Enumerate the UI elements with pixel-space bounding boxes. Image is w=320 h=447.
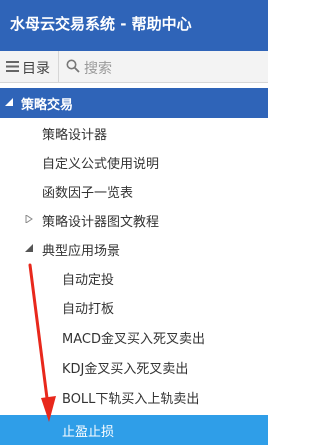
tree-item-label: MACD金叉买入死叉卖出: [62, 332, 205, 347]
tree-item-strategy-trading[interactable]: 策略交易: [0, 88, 268, 118]
tree-item-label: 止盈止损: [62, 425, 115, 440]
toc-label: 目录: [22, 61, 50, 77]
search-icon: [66, 59, 80, 73]
tree-item-label: 自动定投: [62, 273, 115, 288]
app-header: 水母云交易系统 - 帮助中心: [0, 0, 268, 51]
tree-item-label: KDJ金叉买入死叉卖出: [62, 362, 189, 377]
tree-item-label: 策略设计器: [42, 128, 108, 143]
menu-icon: [6, 61, 19, 72]
search-placeholder: 搜索: [84, 61, 112, 77]
tree-item-label: 典型应用场景: [42, 244, 121, 259]
toc-button[interactable]: 目录: [0, 51, 59, 82]
toolbar: 目录 搜索: [0, 51, 268, 83]
tree-item-auto-limit-up[interactable]: 自动打板: [0, 292, 268, 322]
tree-item-typical-scenarios[interactable]: 典型应用场景: [0, 234, 268, 264]
tree-item-auto-invest[interactable]: 自动定投: [0, 263, 268, 293]
tree-item-label: 策略设计器图文教程: [42, 215, 160, 230]
expanded-triangle-icon: [5, 98, 13, 106]
tree-item-label: 自动打板: [62, 302, 115, 317]
tree-item-label: 函数因子一览表: [42, 186, 134, 201]
page-title: 水母云交易系统 - 帮助中心: [10, 15, 192, 33]
tree-item-label: BOLL下轨买入上轨卖出: [62, 392, 200, 407]
tree-item-boll[interactable]: BOLL下轨买入上轨卖出: [0, 382, 268, 412]
expanded-triangle-icon: [25, 244, 33, 252]
tree-item-kdj[interactable]: KDJ金叉买入死叉卖出: [0, 352, 268, 382]
search-input[interactable]: 搜索: [60, 51, 268, 82]
tree-item-macd[interactable]: MACD金叉买入死叉卖出: [0, 322, 268, 352]
collapsed-triangle-icon: [25, 215, 33, 223]
tree-item-strategy-designer[interactable]: 策略设计器: [0, 118, 268, 148]
tree-item-function-factors[interactable]: 函数因子一览表: [0, 176, 268, 206]
tree-item-label: 策略交易: [21, 98, 74, 113]
tree-item-label: 自定义公式使用说明: [42, 157, 160, 172]
tree-item-custom-formula[interactable]: 自定义公式使用说明: [0, 147, 268, 177]
tree-item-take-profit-stop-loss[interactable]: 止盈止损: [0, 415, 268, 445]
tree-item-designer-tutorial[interactable]: 策略设计器图文教程: [0, 205, 268, 235]
